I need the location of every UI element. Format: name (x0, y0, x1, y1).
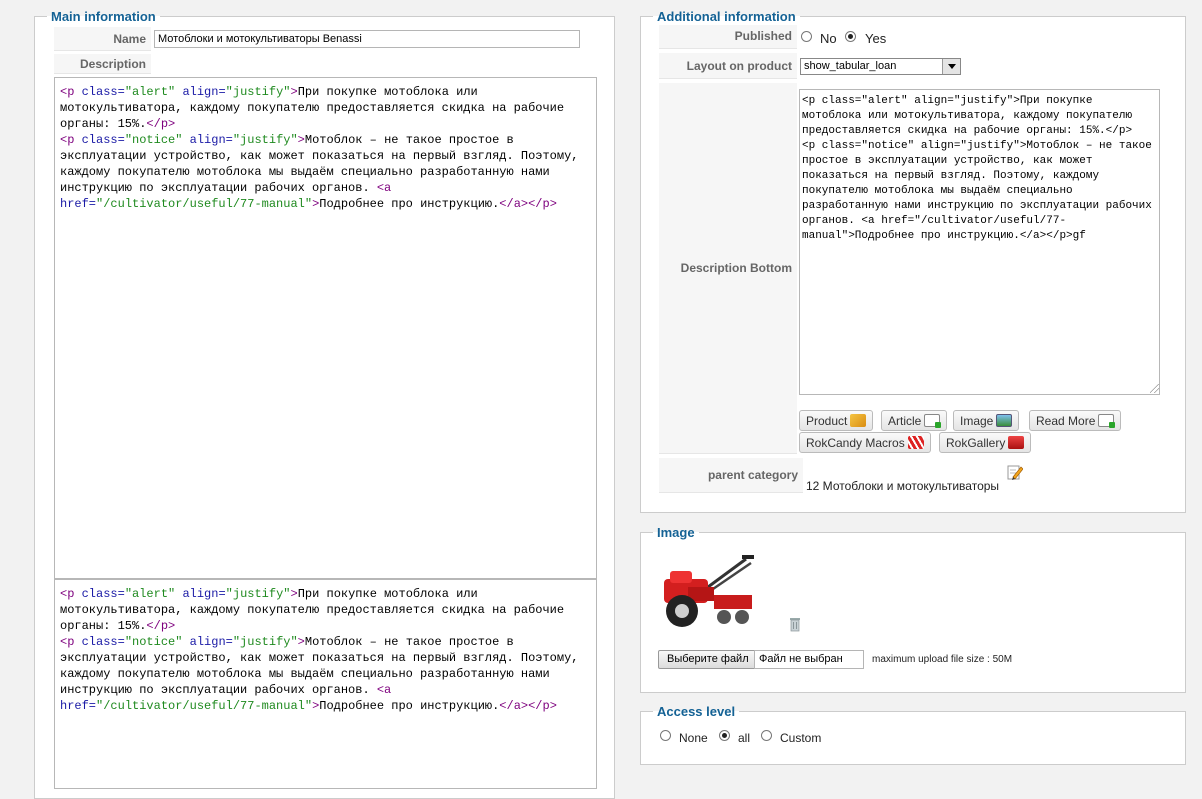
choose-file-button[interactable]: Выберите файл (658, 650, 758, 669)
editor-attr-token: class= (81, 133, 125, 147)
published-yes-radio[interactable] (845, 31, 856, 42)
editor2-attr-token: align= (182, 587, 226, 601)
insert-article-button[interactable]: Article (881, 410, 948, 431)
published-yes-label: Yes (865, 31, 887, 46)
editor-tag-token: > (297, 133, 305, 147)
editor-attr-token: align= (182, 85, 226, 99)
description-source-editor[interactable]: <p class="alert" align="justify">При пок… (54, 579, 597, 789)
trash-icon[interactable] (789, 616, 801, 632)
rokgallery-label: RokGallery (946, 436, 1006, 450)
readmore-icon (1098, 414, 1116, 428)
editor-str-token: "justify" (225, 85, 291, 99)
box-icon (850, 414, 867, 427)
rokcandy-macros-label: RokCandy Macros (806, 436, 905, 450)
editor2-attr-token: class= (81, 635, 125, 649)
main-information-legend: Main information (51, 9, 156, 24)
parent-category-label: parent category (659, 458, 803, 493)
insert-image-label: Image (960, 414, 994, 428)
editor-text-token: Подробнее про инструкцию. (319, 197, 500, 211)
editor2-str-token: "/cultivator/useful/77-manual" (96, 699, 313, 713)
image-legend: Image (657, 525, 695, 540)
editor-tag-token: <p (60, 85, 82, 99)
description-bottom-textarea[interactable]: <p class="alert" align="justify">При пок… (799, 89, 1160, 395)
chosen-file-name: Файл не выбран (754, 650, 864, 669)
candy-icon (907, 436, 924, 449)
editor2-str-token: "notice" (124, 635, 183, 649)
editor-str-token: "alert" (124, 85, 176, 99)
editor2-tag-token: </a></p> (499, 699, 557, 713)
editor-str-token: "/cultivator/useful/77-manual" (96, 197, 313, 211)
editor-attr-token: align= (189, 133, 233, 147)
access-all-radio[interactable] (719, 730, 730, 741)
access-none-radio[interactable] (660, 730, 671, 741)
editor2-tag-token: > (297, 635, 305, 649)
editor2-attr-token: align= (189, 635, 233, 649)
max-upload-size-text: maximum upload file size : 50M (872, 654, 1013, 665)
description-code-editor[interactable]: <p class="alert" align="justify">При пок… (54, 77, 597, 579)
article-icon (924, 414, 942, 428)
insert-product-label: Product (806, 414, 848, 428)
description-label: Description (54, 54, 151, 74)
parent-category-value: 12 Мотоблоки и мотокультиваторы (806, 479, 1000, 493)
editor2-tag-token: <p (60, 587, 82, 601)
layout-select[interactable]: show_tabular_loan (800, 58, 961, 75)
gallery-icon (1008, 436, 1025, 449)
editor2-tag-token: <p (60, 635, 82, 649)
insert-readmore-button[interactable]: Read More (1029, 410, 1122, 431)
rokcandy-macros-button[interactable]: RokCandy Macros (799, 432, 931, 453)
editor-tag-token: > (290, 85, 298, 99)
editor-attr-token: href= (60, 197, 97, 211)
description-bottom-label: Description Bottom (659, 83, 797, 454)
editor2-text-token: Подробнее про инструкцию. (319, 699, 500, 713)
insert-article-label: Article (888, 414, 922, 428)
name-label: Name (54, 27, 151, 51)
editor2-tag-token: </p> (146, 619, 176, 633)
editor2-tag-token: <a (376, 683, 399, 697)
editor-str-token: "notice" (124, 133, 183, 147)
editor-text-token (182, 133, 189, 147)
editor2-str-token: "alert" (124, 587, 176, 601)
insert-readmore-label: Read More (1036, 414, 1096, 428)
editor2-str-token: "justify" (225, 587, 291, 601)
name-input[interactable]: Мотоблоки и мотокультиваторы Benassi (154, 30, 580, 48)
edit-pencil-icon[interactable] (1007, 464, 1023, 480)
access-all-label: all (738, 731, 751, 745)
access-level-legend: Access level (657, 704, 736, 719)
chevron-down-icon[interactable] (942, 59, 960, 74)
access-custom-radio[interactable] (761, 730, 772, 741)
editor2-attr-token: class= (81, 587, 125, 601)
editor2-tag-token: > (290, 587, 298, 601)
editor-tag-token: <a (376, 181, 399, 195)
editor2-text-token (182, 635, 189, 649)
layout-select-value: show_tabular_loan (804, 60, 897, 72)
image-icon (996, 414, 1013, 427)
editor2-attr-token: href= (60, 699, 97, 713)
editor-tag-token: </a></p> (499, 197, 557, 211)
published-no-radio[interactable] (801, 31, 812, 42)
editor2-str-token: "justify" (232, 635, 298, 649)
insert-image-button[interactable]: Image (953, 410, 1020, 431)
additional-information-legend: Additional information (657, 9, 796, 24)
editor-tag-token: </p> (146, 117, 176, 131)
editor-str-token: "justify" (232, 133, 298, 147)
resize-grip-icon[interactable] (1150, 384, 1159, 393)
editor-tag-token: <p (60, 133, 82, 147)
access-none-label: None (679, 731, 708, 745)
editor-attr-token: class= (81, 85, 125, 99)
rokgallery-button[interactable]: RokGallery (939, 432, 1032, 453)
published-no-label: No (820, 31, 837, 46)
insert-product-button[interactable]: Product (799, 410, 874, 431)
published-label: Published (659, 25, 797, 49)
access-custom-label: Custom (780, 731, 822, 745)
product-thumbnail (664, 555, 754, 627)
layout-label: Layout on product page (659, 53, 797, 99)
